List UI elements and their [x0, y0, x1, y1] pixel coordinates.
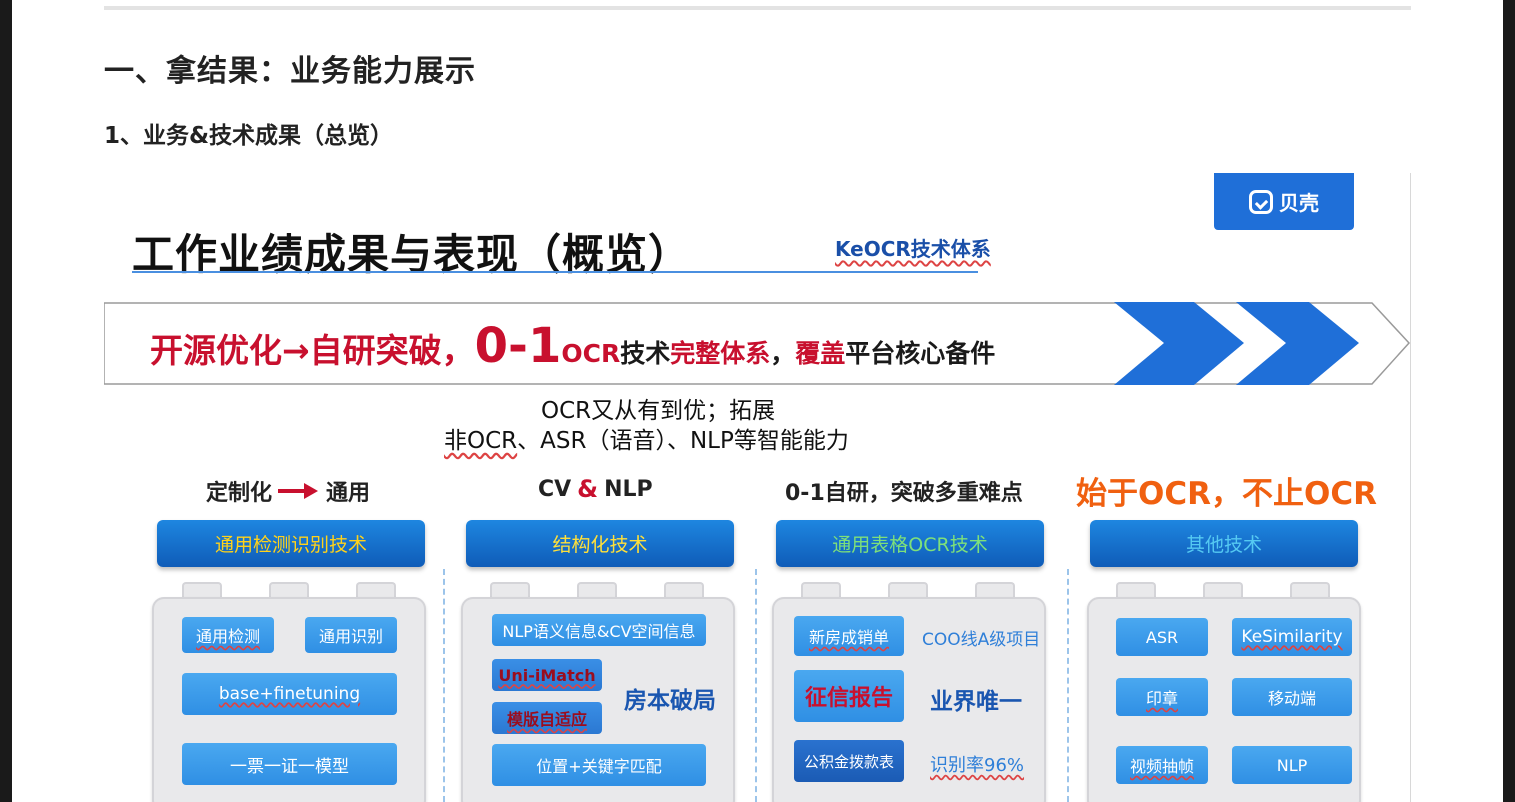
column-4-header: 始于OCR，不止OCR [1076, 476, 1377, 512]
chip-nlp-cv: NLP语义信息&CV空间信息 [492, 614, 706, 646]
beike-logo-text: 贝壳 [1279, 191, 1319, 215]
chip-general-detection: 通用检测 [182, 617, 274, 653]
chip-one-model: 一票一证一模型 [182, 743, 397, 785]
chip-label: base+finetuning [218, 684, 361, 704]
chip-label: 视频抽帧 [1129, 757, 1194, 776]
chip-label: 模版自适应 [506, 710, 587, 729]
label-industry-unique: 业界唯一 [930, 689, 1022, 715]
tech-button-table-ocr: 通用表格OCR技术 [776, 520, 1044, 567]
chip-label: 移动端 [1267, 689, 1316, 708]
column-1-header: 定制化 通用 [206, 475, 370, 507]
column-divider [443, 569, 445, 802]
banner-part: ， [770, 339, 796, 368]
banner-text: 开源优化→自研突破， 0-1 OCR 技术 完整体系 ， 覆盖 平台核心备件 [150, 318, 995, 374]
chip-label: 一票一证一模型 [230, 756, 349, 777]
chip-position-keyword: 位置+关键字匹配 [492, 744, 706, 786]
section-heading: 一、拿结果：业务能力展示 [104, 54, 476, 89]
chip-nlp: NLP [1232, 746, 1352, 784]
chip-uni-imatch: Uni-iMatch [492, 659, 602, 691]
beike-logo: 贝壳 [1214, 173, 1354, 230]
subline-1: OCR又从有到优；拓展 [541, 398, 776, 424]
column-divider [1067, 569, 1069, 802]
chip-credit-report: 征信报告 [794, 670, 904, 722]
column-1-header-b: 通用 [326, 481, 371, 506]
banner-part: 开源优化→自研突破， [150, 331, 475, 370]
tech-button-structuring: 结构化技术 [466, 520, 734, 567]
arrow-right-icon [278, 483, 320, 499]
chip-video-frames: 视频抽帧 [1116, 746, 1208, 784]
chip-housing-fund: 公积金拨款表 [794, 740, 904, 782]
chip-label: 征信报告 [804, 686, 893, 711]
subline-2-b: 、ASR（语音）、NLP等智能能力 [517, 428, 849, 454]
chip-mobile: 移动端 [1232, 678, 1352, 716]
banner-part: 覆盖 [795, 339, 846, 368]
slide-image: 贝壳 工作业绩成果与表现（概览） KeOCR技术体系 开源优化→自研突破， 0-… [104, 173, 1411, 802]
tech-button-other: 其他技术 [1090, 520, 1358, 567]
subline-2-a: 非OCR [444, 428, 518, 454]
chip-kesimilarity: KeSimilarity [1232, 618, 1352, 656]
chip-label: ASR [1145, 627, 1179, 647]
label-fangben: 房本破局 [624, 688, 716, 714]
subsection-heading: 1、业务&技术成果（总览） [104, 123, 394, 149]
keocr-label: KeOCR技术体系 [835, 237, 991, 261]
subline-2: 非OCR、ASR（语音）、NLP等智能能力 [444, 421, 849, 455]
chip-label: 通用识别 [318, 627, 383, 646]
headline-banner: 开源优化→自研突破， 0-1 OCR 技术 完整体系 ， 覆盖 平台核心备件 [104, 302, 1411, 385]
slide-title-underline [132, 271, 978, 273]
column-2-header: CV & NLP [538, 475, 653, 503]
label-coo-project: COO线A级项目 [922, 630, 1041, 650]
chip-label: 通用检测 [195, 627, 260, 646]
chip-label: 印章 [1145, 689, 1178, 708]
banner-part: 技术 [620, 339, 671, 368]
window-frame-right [1503, 0, 1515, 802]
chip-label: Uni-iMatch [498, 665, 596, 685]
column-2-header-a: CV [538, 476, 572, 502]
chip-template-adaptive: 模版自适应 [492, 702, 602, 734]
chip-seal: 印章 [1116, 678, 1208, 716]
beike-logo-icon [1249, 189, 1273, 214]
banner-part: 完整体系 [670, 339, 771, 368]
chip-label: KeSimilarity [1241, 627, 1343, 647]
column-2-header-amp: & [577, 475, 599, 503]
label-recognition-rate: 识别率96% [930, 755, 1025, 776]
banner-emphasis: 0-1 [474, 318, 562, 374]
chip-label: 公积金拨款表 [803, 752, 894, 771]
window-frame-left [0, 0, 12, 802]
column-divider [755, 569, 757, 802]
column-3-header: 0-1自研，突破多重难点 [785, 481, 1023, 506]
chip-asr: ASR [1116, 618, 1208, 656]
chip-label: 位置+关键字匹配 [536, 757, 662, 776]
chip-label: NLP [1276, 755, 1308, 775]
top-divider [104, 6, 1411, 10]
column-1-header-a: 定制化 [206, 481, 273, 506]
banner-part: 平台核心备件 [845, 339, 996, 368]
banner-part: OCR [561, 339, 621, 368]
chip-label: 新房成销单 [808, 628, 889, 647]
chip-label: NLP语义信息&CV空间信息 [502, 622, 696, 641]
slide-edge [1410, 173, 1411, 802]
chip-base-finetuning: base+finetuning [182, 673, 397, 715]
column-2-header-b: NLP [604, 476, 653, 502]
tech-button-detection: 通用检测识别技术 [157, 520, 425, 567]
chip-general-recognition: 通用识别 [305, 617, 397, 653]
chip-new-house-sales: 新房成销单 [794, 616, 904, 656]
